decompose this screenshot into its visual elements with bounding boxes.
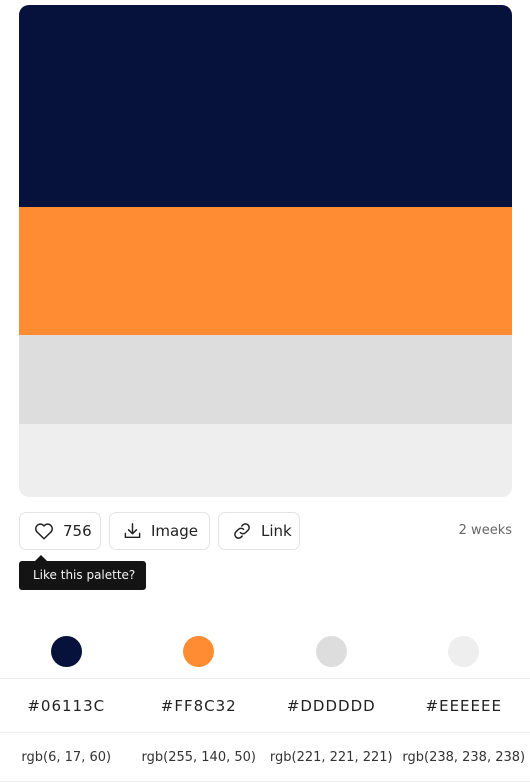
hex-code-3[interactable]: #DDDDDD bbox=[265, 679, 398, 732]
palette-actions: 756 Image Link 2 weeks bbox=[19, 512, 512, 550]
hex-code-1[interactable]: #06113C bbox=[0, 679, 133, 732]
like-button[interactable]: 756 bbox=[19, 512, 101, 550]
rgb-code-2[interactable]: rgb(255, 140, 50) bbox=[133, 733, 266, 781]
image-label: Image bbox=[151, 522, 198, 540]
color-swatch-3[interactable] bbox=[19, 335, 512, 424]
color-details: #06113C #FF8C32 #DDDDDD #EEEEEE rgb(6, 1… bbox=[0, 624, 530, 782]
color-dot-1[interactable] bbox=[51, 636, 82, 667]
hex-code-4[interactable]: #EEEEEE bbox=[398, 679, 530, 732]
link-icon bbox=[232, 522, 252, 540]
copy-link-button[interactable]: Link bbox=[218, 512, 300, 550]
rgb-code-4[interactable]: rgb(238, 238, 238) bbox=[398, 733, 530, 781]
heart-icon bbox=[34, 522, 54, 540]
like-tooltip: Like this palette? bbox=[19, 561, 146, 590]
link-label: Link bbox=[261, 522, 292, 540]
rgb-code-row: rgb(6, 17, 60) rgb(255, 140, 50) rgb(221… bbox=[0, 732, 530, 782]
color-dot-4[interactable] bbox=[448, 636, 479, 667]
color-palette bbox=[19, 5, 512, 497]
like-count: 756 bbox=[63, 522, 92, 540]
download-image-button[interactable]: Image bbox=[109, 512, 210, 550]
rgb-code-1[interactable]: rgb(6, 17, 60) bbox=[0, 733, 133, 781]
download-icon bbox=[123, 522, 142, 540]
hex-code-row: #06113C #FF8C32 #DDDDDD #EEEEEE bbox=[0, 678, 530, 732]
hex-code-2[interactable]: #FF8C32 bbox=[133, 679, 266, 732]
color-swatch-4[interactable] bbox=[19, 424, 512, 497]
color-swatch-2[interactable] bbox=[19, 207, 512, 335]
color-dot-row bbox=[0, 624, 530, 678]
palette-age: 2 weeks bbox=[459, 512, 512, 550]
rgb-code-3[interactable]: rgb(221, 221, 221) bbox=[265, 733, 398, 781]
color-swatch-1[interactable] bbox=[19, 5, 512, 207]
color-dot-2[interactable] bbox=[183, 636, 214, 667]
color-dot-3[interactable] bbox=[316, 636, 347, 667]
